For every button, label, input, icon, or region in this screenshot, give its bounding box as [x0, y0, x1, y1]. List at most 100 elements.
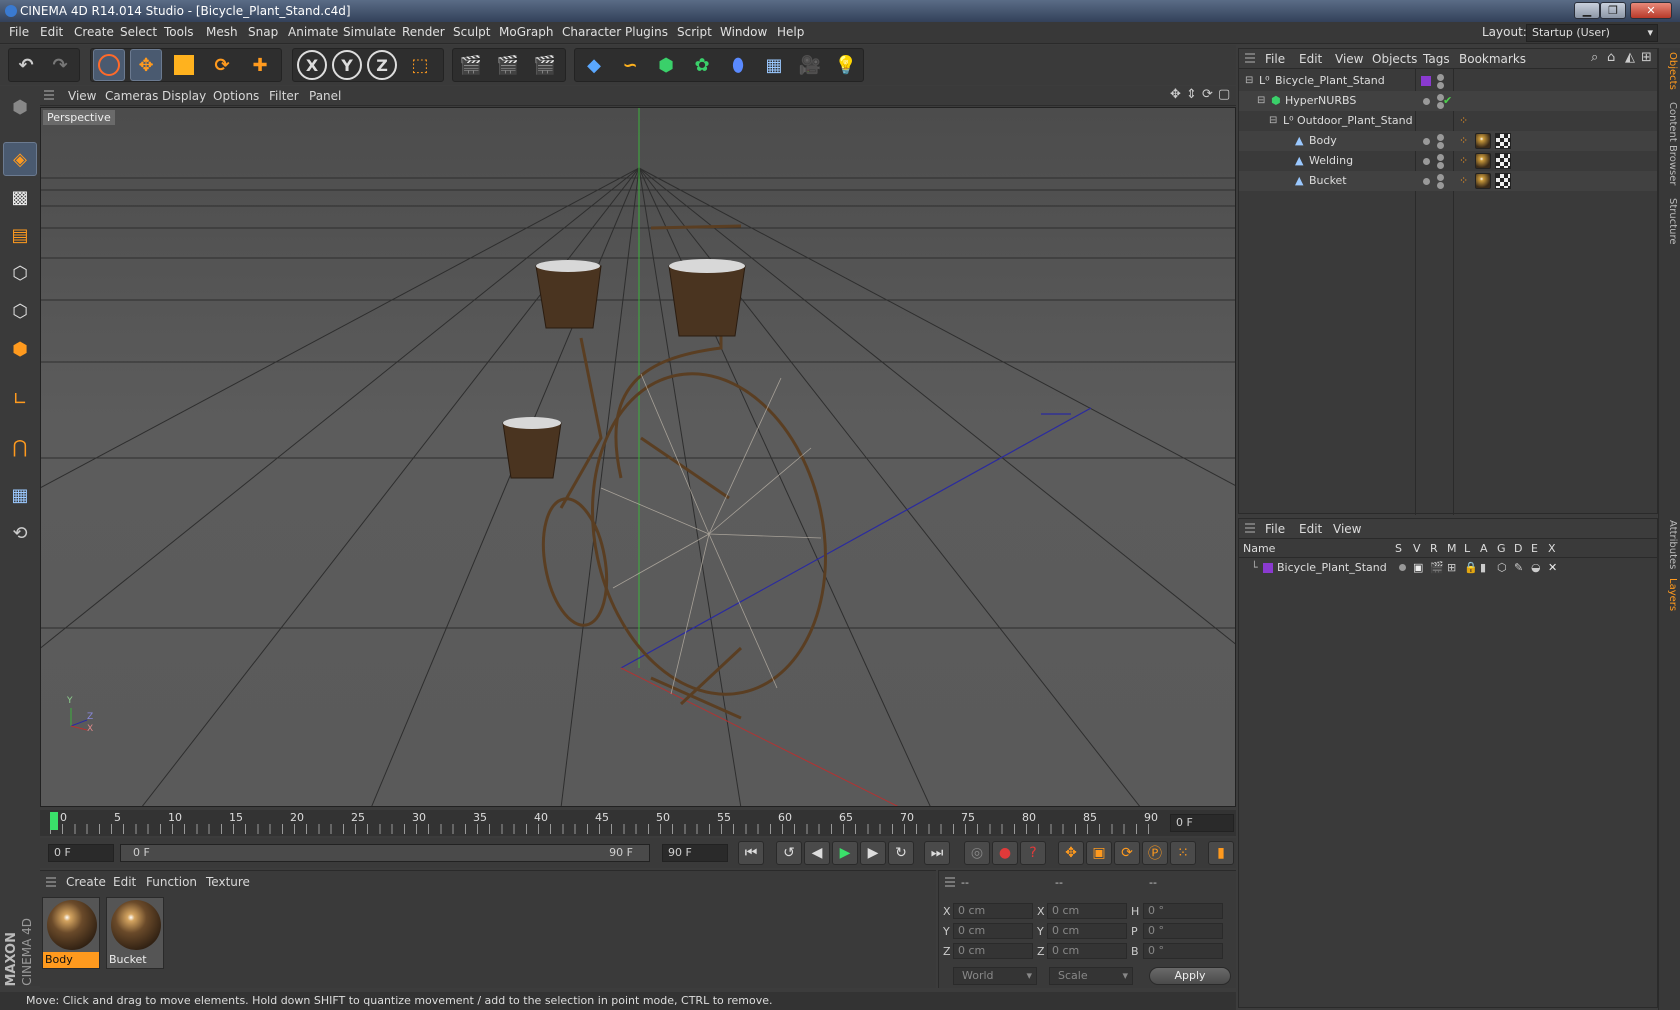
- menu-mesh[interactable]: Mesh: [206, 25, 238, 39]
- key-rotation-button[interactable]: ⟳: [1114, 841, 1140, 865]
- key-pla-button[interactable]: ⁙: [1170, 841, 1196, 865]
- size-z-field[interactable]: 0 cm: [1047, 943, 1127, 959]
- viewport-menu-options[interactable]: Options: [213, 89, 259, 103]
- menu-window[interactable]: Window: [720, 25, 767, 39]
- menu-tools[interactable]: Tools: [164, 25, 194, 39]
- column-view[interactable]: V: [1413, 542, 1421, 555]
- recent-tool-button[interactable]: ✚: [244, 49, 276, 81]
- animation-toggle-icon[interactable]: ▮: [1480, 559, 1486, 577]
- phong-tag-icon[interactable]: ⁘: [1459, 151, 1468, 171]
- deformer-icon[interactable]: ⬮: [722, 49, 754, 81]
- menu-mograph[interactable]: MoGraph: [499, 25, 554, 39]
- generator-toggle-icon[interactable]: ⬡: [1497, 559, 1507, 577]
- apply-button[interactable]: Apply: [1149, 967, 1231, 985]
- timeline-window-button[interactable]: ▮: [1208, 841, 1234, 865]
- camera-icon[interactable]: 🎥: [794, 49, 826, 81]
- menu-simulate[interactable]: Simulate: [343, 25, 396, 39]
- menu-select[interactable]: Select: [120, 25, 157, 39]
- loop-forward-button[interactable]: ↻: [888, 841, 914, 865]
- timeline-ruler[interactable]: 0 5 10 15 20 25 30 35 40 45 50 55 60 65 …: [40, 810, 1236, 836]
- size-y-field[interactable]: 0 cm: [1047, 923, 1127, 939]
- column-animation[interactable]: A: [1480, 542, 1488, 555]
- polygons-mode-icon[interactable]: ⬢: [3, 332, 37, 366]
- keyframe-selection-button[interactable]: ◎: [964, 841, 990, 865]
- phong-tag-icon[interactable]: ⁘: [1459, 131, 1468, 151]
- lock-toggle-icon[interactable]: 🔒: [1464, 559, 1478, 577]
- new-window-icon[interactable]: ⊞: [1641, 50, 1652, 65]
- menu-render[interactable]: Render: [402, 25, 445, 39]
- material-body[interactable]: Body: [42, 897, 100, 969]
- render-dot[interactable]: [1437, 142, 1444, 149]
- magnet-icon[interactable]: ⋂: [3, 430, 37, 464]
- pos-z-field[interactable]: 0 cm: [953, 943, 1033, 959]
- material-tag-icon[interactable]: [1475, 153, 1491, 169]
- orbit-icon[interactable]: ⟳: [1202, 87, 1213, 102]
- material-menu-create[interactable]: Create: [66, 875, 106, 889]
- pan-icon[interactable]: ✥: [1170, 87, 1181, 102]
- floor-icon[interactable]: ▦: [758, 49, 790, 81]
- layers-menu-edit[interactable]: Edit: [1299, 522, 1322, 536]
- undo-button[interactable]: ↶: [10, 49, 42, 81]
- menu-create[interactable]: Create: [74, 25, 114, 39]
- light-icon[interactable]: 💡: [830, 49, 862, 81]
- xref-toggle-icon[interactable]: ✕: [1548, 559, 1557, 577]
- dolly-icon[interactable]: ⇕: [1186, 87, 1197, 102]
- render-view-button[interactable]: 🎬: [455, 49, 487, 81]
- layers-menu-view[interactable]: View: [1333, 522, 1361, 536]
- check-icon[interactable]: ✔: [1443, 91, 1452, 111]
- pos-y-field[interactable]: 0 cm: [953, 923, 1033, 939]
- redo-button[interactable]: ↷: [44, 49, 76, 81]
- rotate-button[interactable]: ⟳: [206, 49, 238, 81]
- snap-grid-icon[interactable]: ▦: [3, 478, 37, 512]
- viewport-menu-filter[interactable]: Filter: [269, 89, 299, 103]
- viewport-menu-panel[interactable]: Panel: [309, 89, 341, 103]
- viewport-menu-view[interactable]: View: [68, 89, 96, 103]
- current-frame-field[interactable]: 0 F: [1170, 814, 1234, 832]
- uvw-tag-icon[interactable]: [1495, 153, 1511, 169]
- tab-structure[interactable]: Structure: [1662, 198, 1678, 245]
- step-back-button[interactable]: ◀: [804, 841, 830, 865]
- column-deformers[interactable]: D: [1514, 542, 1522, 555]
- playhead[interactable]: [50, 812, 58, 830]
- phong-tag-icon[interactable]: ⁘: [1459, 171, 1468, 191]
- size-mode-dropdown[interactable]: Scale ▾: [1049, 967, 1133, 985]
- objects-menu-tags[interactable]: Tags: [1423, 52, 1450, 66]
- coordinate-system-button[interactable]: ⬚: [404, 49, 436, 81]
- visibility-dot[interactable]: [1437, 154, 1444, 161]
- start-frame-field[interactable]: 0 F: [48, 844, 114, 862]
- visibility-dot[interactable]: [1423, 178, 1430, 185]
- record-button[interactable]: ●: [992, 841, 1018, 865]
- tab-layers[interactable]: Layers: [1662, 578, 1678, 611]
- menu-file[interactable]: File: [9, 25, 29, 39]
- layer-color-swatch[interactable]: [1263, 563, 1273, 573]
- material-menu-edit[interactable]: Edit: [113, 875, 136, 889]
- visibility-dot[interactable]: [1437, 74, 1444, 81]
- manager-toggle-icon[interactable]: ⊞: [1447, 559, 1456, 577]
- render-dot[interactable]: [1437, 182, 1444, 189]
- home-icon[interactable]: ⌂: [1607, 50, 1615, 65]
- tab-objects[interactable]: Objects: [1662, 52, 1678, 90]
- uvw-tag-icon[interactable]: [1495, 133, 1511, 149]
- loop-back-button[interactable]: ↺: [776, 841, 802, 865]
- key-position-button[interactable]: ✥: [1058, 841, 1084, 865]
- material-tag-icon[interactable]: [1475, 133, 1491, 149]
- perspective-viewport[interactable]: Perspective Y Z X: [40, 107, 1236, 807]
- layout-dropdown[interactable]: Startup (User) ▾: [1526, 24, 1658, 42]
- material-bucket[interactable]: Bucket: [106, 897, 164, 969]
- go-to-start-button[interactable]: ⏮: [738, 841, 764, 865]
- visibility-dot[interactable]: [1437, 134, 1444, 141]
- visibility-dot[interactable]: [1423, 158, 1430, 165]
- material-menu-texture[interactable]: Texture: [206, 875, 250, 889]
- layer-row[interactable]: └ Bicycle_Plant_Stand ▣ 🎬 ⊞ 🔒 ▮ ⬡ ✎ ◒ ✕: [1239, 559, 1657, 577]
- column-expressions[interactable]: E: [1531, 542, 1538, 555]
- pos-x-field[interactable]: 0 cm: [953, 903, 1033, 919]
- render-dot[interactable]: [1437, 82, 1444, 89]
- objects-menu-objects[interactable]: Objects: [1372, 52, 1417, 66]
- column-xref[interactable]: X: [1548, 542, 1556, 555]
- column-generators[interactable]: G: [1497, 542, 1506, 555]
- menu-edit[interactable]: Edit: [40, 25, 63, 39]
- scale-button[interactable]: [168, 49, 200, 81]
- deformer-toggle-icon[interactable]: ✎: [1514, 559, 1523, 577]
- tree-row-welding[interactable]: ▲ Welding ⁘: [1239, 151, 1657, 171]
- tree-row-bicycle-plant-stand[interactable]: ⊟ L⁰ Bicycle_Plant_Stand: [1239, 71, 1657, 91]
